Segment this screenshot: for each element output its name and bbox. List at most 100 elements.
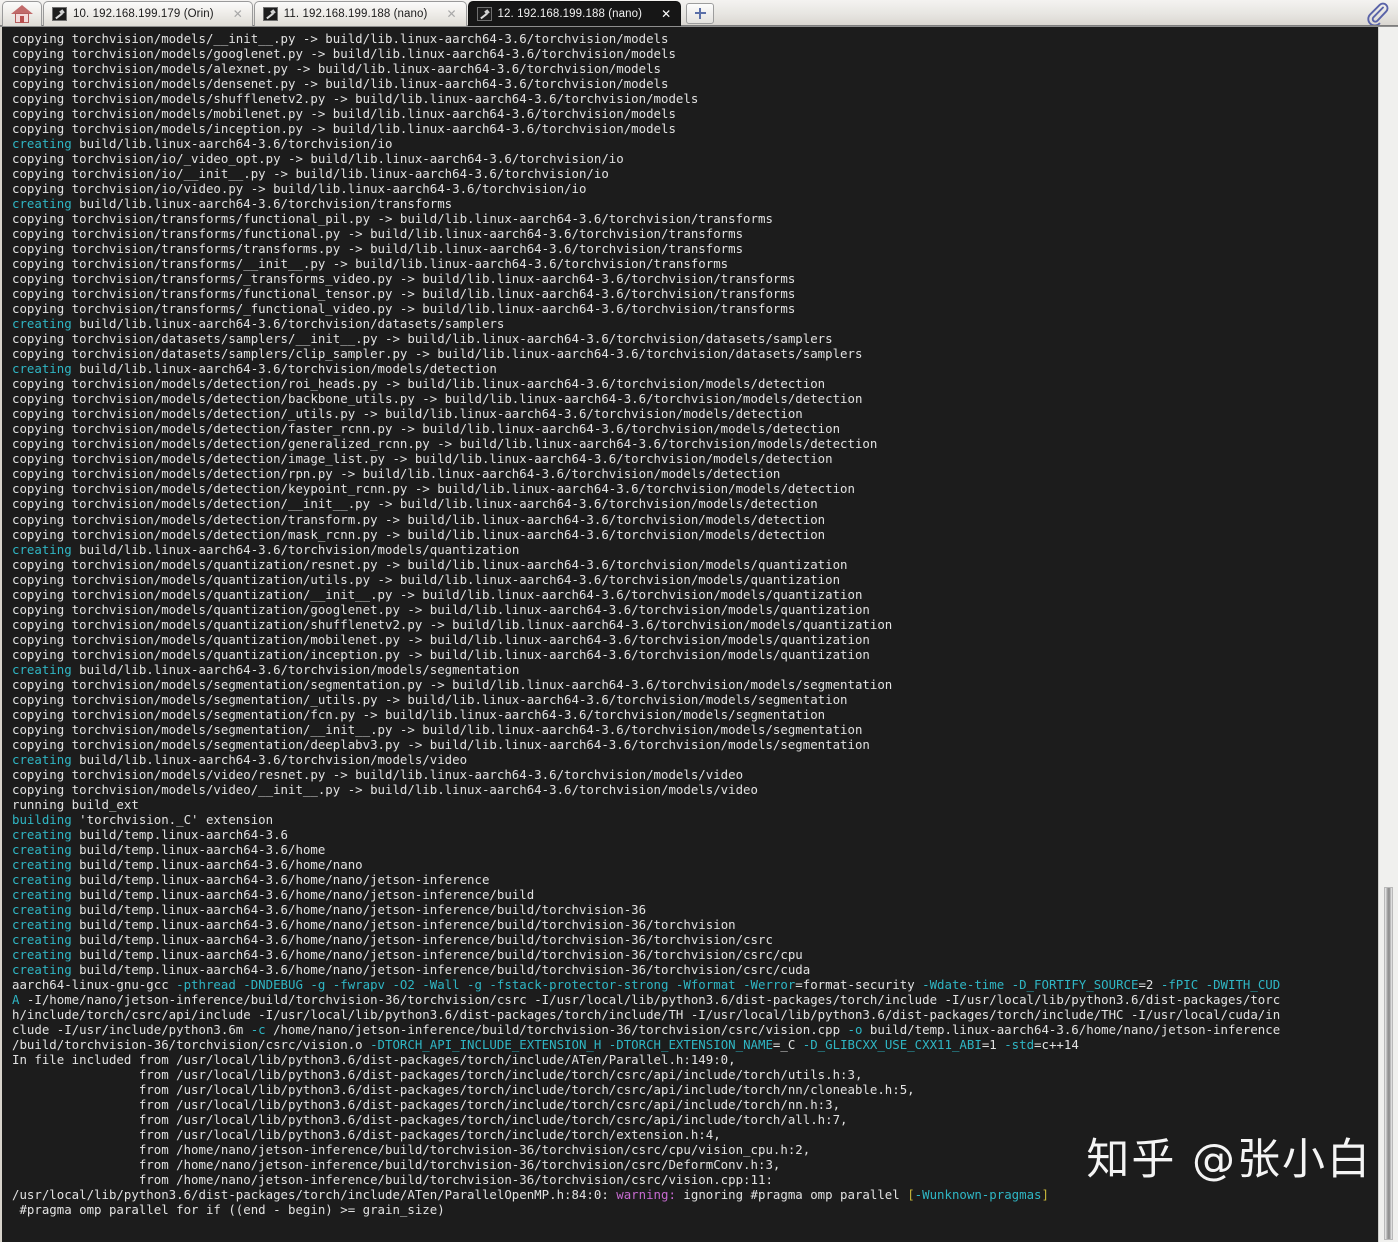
terminal-line: copying torchvision/transforms/_function… <box>12 301 796 317</box>
terminal-line: copying torchvision/models/segmentation/… <box>12 706 826 722</box>
scrollbar-thumb[interactable] <box>1384 887 1393 1240</box>
terminal-line: copying torchvision/models/detection/tra… <box>12 511 826 527</box>
terminal-line: copying torchvision/models/detection/__i… <box>12 496 818 512</box>
terminal-line: copying torchvision/models/segmentation/… <box>12 676 893 692</box>
terminal-line: creating build/temp.linux-aarch64-3.6/ho… <box>12 901 647 917</box>
terminal-line: copying torchvision/transforms/functiona… <box>12 211 773 227</box>
terminal-line: creating build/lib.linux-aarch64-3.6/tor… <box>12 751 468 767</box>
terminal-line: from /home/nano/jetson-inference/build/t… <box>12 1172 773 1188</box>
terminal-line: copying torchvision/transforms/_transfor… <box>12 271 796 287</box>
paperclip-icon[interactable] <box>1364 1 1390 25</box>
terminal-line: copying torchvision/models/detection/fas… <box>12 421 841 437</box>
terminal-line: from /usr/local/lib/python3.6/dist-packa… <box>12 1097 841 1113</box>
terminal-line: from /usr/local/lib/python3.6/dist-packa… <box>12 1127 721 1143</box>
terminal-line: copying torchvision/models/__init__.py -… <box>12 31 669 46</box>
tab-label: 12. 192.168.199.188 (nano) <box>497 8 643 20</box>
terminal-line: copying torchvision/models/detection/roi… <box>12 376 826 392</box>
tab-nano-188-a[interactable]: 11. 192.168.199.188 (nano) ✕ <box>253 1 467 26</box>
terminal-line: copying torchvision/io/video.py -> build… <box>12 181 587 197</box>
terminal-line: from /usr/local/lib/python3.6/dist-packa… <box>12 1067 863 1083</box>
plus-icon <box>694 8 706 19</box>
terminal-line: copying torchvision/io/_video_opt.py -> … <box>12 151 624 167</box>
terminal-line: creating build/temp.linux-aarch64-3.6/ho… <box>12 946 803 962</box>
terminal-line: copying torchvision/models/quantization/… <box>12 646 870 662</box>
tab-label: 11. 192.168.199.188 (nano) <box>283 8 428 20</box>
terminal-line: A -I/home/nano/jetson-inference/build/to… <box>12 992 1281 1007</box>
tab-label: 10. 192.168.199.179 (Orin) <box>73 8 214 20</box>
terminal-icon <box>476 7 492 21</box>
terminal-line: clude -I/usr/include/python3.6m -c /home… <box>12 1022 1281 1038</box>
terminal-line: copying torchvision/models/googlenet.py … <box>12 46 676 62</box>
terminal-line: copying torchvision/models/video/resnet.… <box>12 766 744 782</box>
terminal-line: copying torchvision/transforms/functiona… <box>12 286 796 302</box>
terminal-line: creating build/lib.linux-aarch64-3.6/tor… <box>12 661 520 677</box>
terminal-line: creating build/temp.linux-aarch64-3.6/ho… <box>12 931 773 947</box>
terminal-line: copying torchvision/models/detection/rpn… <box>12 466 781 482</box>
terminal-line: creating build/temp.linux-aarch64-3.6 <box>12 826 289 842</box>
tab-orin-179[interactable]: 10. 192.168.199.179 (Orin) ✕ <box>43 1 253 26</box>
tab-close-icon[interactable]: ✕ <box>441 8 461 20</box>
terminal-line: copying torchvision/models/alexnet.py ->… <box>12 61 662 77</box>
terminal-line: from /usr/local/lib/python3.6/dist-packa… <box>12 1112 848 1128</box>
home-icon <box>11 4 33 24</box>
new-tab-button[interactable] <box>686 3 715 24</box>
terminal-line: running build_ext <box>12 796 139 812</box>
terminal-line: copying torchvision/models/shufflenetv2.… <box>12 91 699 107</box>
terminal-line: h/include/torch/csrc/api/include -I/usr/… <box>12 1007 1281 1023</box>
terminal-line: copying torchvision/datasets/samplers/__… <box>12 331 833 347</box>
home-tab[interactable] <box>2 1 42 26</box>
terminal-line: copying torchvision/transforms/__init__.… <box>12 256 729 272</box>
terminal-line: copying torchvision/models/detection/mas… <box>12 526 826 542</box>
tab-bar: 10. 192.168.199.179 (Orin) ✕ 11. 192.168… <box>0 0 1398 27</box>
terminal-line: from /home/nano/jetson-inference/build/t… <box>12 1157 781 1173</box>
terminal-line: copying torchvision/models/quantization/… <box>12 586 863 602</box>
terminal-viewport[interactable]: copying torchvision/models/__init__.py -… <box>0 27 1378 1242</box>
terminal-line: copying torchvision/models/densenet.py -… <box>12 76 669 92</box>
terminal-line: copying torchvision/models/mobilenet.py … <box>12 106 676 122</box>
terminal-line: creating build/temp.linux-aarch64-3.6/ho… <box>12 841 326 857</box>
terminal-line: copying torchvision/models/quantization/… <box>12 571 841 587</box>
terminal-line: building 'torchvision._C' extension <box>12 811 274 827</box>
terminal-line: copying torchvision/models/detection/ima… <box>12 451 833 467</box>
terminal-line: creating build/lib.linux-aarch64-3.6/tor… <box>12 196 453 212</box>
terminal-line: In file included from /usr/local/lib/pyt… <box>12 1052 736 1068</box>
terminal-line: copying torchvision/models/detection/key… <box>12 481 855 497</box>
terminal-line: copying torchvision/models/detection/gen… <box>12 436 878 452</box>
terminal-line: copying torchvision/models/quantization/… <box>12 601 870 617</box>
terminal-line: /build/torchvision-36/torchvision/csrc/v… <box>12 1037 1079 1053</box>
terminal-window: copying torchvision/models/__init__.py -… <box>0 27 1398 1242</box>
terminal-line: creating build/temp.linux-aarch64-3.6/ho… <box>12 856 363 872</box>
terminal-icon <box>262 7 278 21</box>
terminal-line: copying torchvision/models/detection/_ut… <box>12 406 803 422</box>
terminal-line: copying torchvision/transforms/transform… <box>12 241 744 257</box>
terminal-line: aarch64-linux-gnu-gcc -pthread -DNDEBUG … <box>12 976 1281 992</box>
terminal-line: copying torchvision/transforms/functiona… <box>12 226 744 242</box>
tab-nano-188-b[interactable]: 12. 192.168.199.188 (nano) ✕ <box>467 1 682 26</box>
terminal-line: creating build/temp.linux-aarch64-3.6/ho… <box>12 886 535 902</box>
terminal-output: copying torchvision/models/__init__.py -… <box>12 31 1378 1232</box>
terminal-line: copying torchvision/io/__init__.py -> bu… <box>12 166 609 182</box>
terminal-line: creating build/temp.linux-aarch64-3.6/ho… <box>12 916 736 932</box>
terminal-line: copying torchvision/datasets/samplers/cl… <box>12 346 863 362</box>
terminal-line: creating build/lib.linux-aarch64-3.6/tor… <box>12 136 393 152</box>
terminal-line: copying torchvision/models/quantization/… <box>12 631 870 647</box>
vertical-scrollbar[interactable] <box>1378 27 1398 1242</box>
terminal-line: copying torchvision/models/segmentation/… <box>12 721 863 737</box>
terminal-line: creating build/temp.linux-aarch64-3.6/ho… <box>12 871 490 887</box>
terminal-line: copying torchvision/models/segmentation/… <box>12 736 870 752</box>
terminal-line: /usr/local/lib/python3.6/dist-packages/t… <box>12 1187 1049 1203</box>
terminal-line: copying torchvision/models/inception.py … <box>12 121 676 137</box>
tab-close-icon[interactable]: ✕ <box>656 8 676 20</box>
terminal-line: copying torchvision/models/quantization/… <box>12 556 848 572</box>
terminal-line: copying torchvision/models/detection/bac… <box>12 391 863 407</box>
terminal-line: from /home/nano/jetson-inference/build/t… <box>12 1142 811 1158</box>
terminal-line: creating build/lib.linux-aarch64-3.6/tor… <box>12 541 520 557</box>
terminal-icon <box>52 7 67 21</box>
terminal-line: copying torchvision/models/segmentation/… <box>12 691 848 707</box>
terminal-line: copying torchvision/models/quantization/… <box>12 616 893 632</box>
terminal-line: #pragma omp parallel for if ((end - begi… <box>12 1202 445 1218</box>
terminal-line: from /usr/local/lib/python3.6/dist-packa… <box>12 1082 915 1098</box>
terminal-line: creating build/lib.linux-aarch64-3.6/tor… <box>12 361 497 377</box>
tab-close-icon[interactable]: ✕ <box>228 8 248 20</box>
